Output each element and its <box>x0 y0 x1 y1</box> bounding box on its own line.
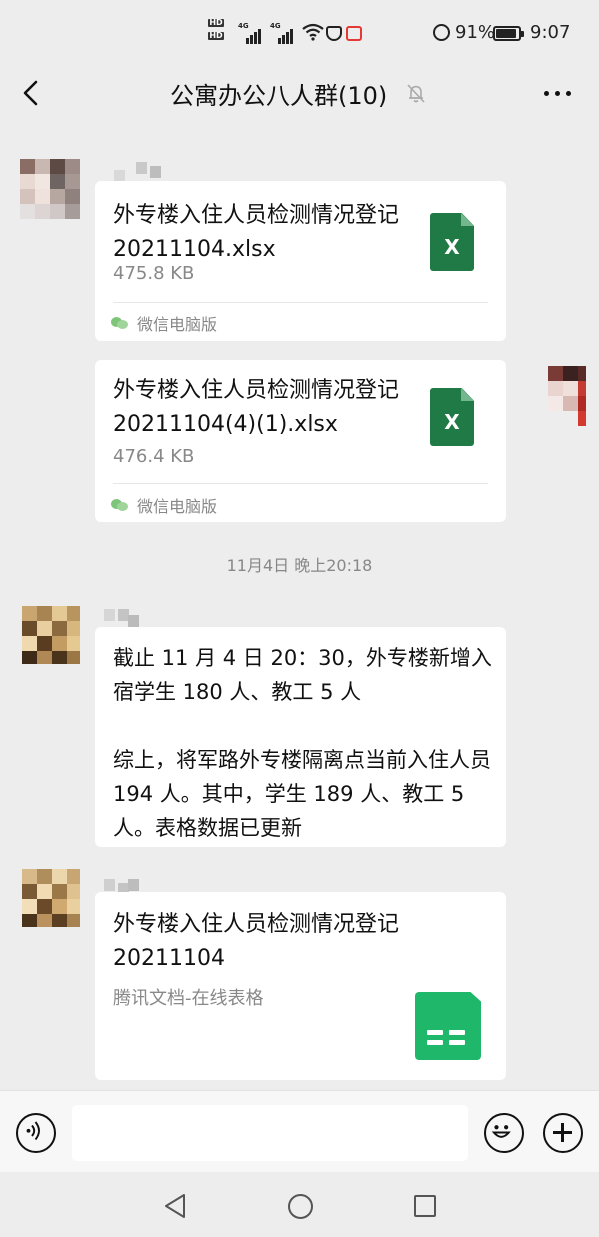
square-recent-icon[interactable] <box>414 1195 436 1217</box>
wifi-icon <box>302 23 324 41</box>
battery-percent: 91% <box>455 22 496 43</box>
battery-icon <box>493 26 524 41</box>
network-type-label: 4G <box>270 22 281 30</box>
message-paragraph: 截止 11 月 4 日 20：30，外专楼新增入宿学生 180 人、教工 5 人 <box>113 646 492 704</box>
message-input[interactable] <box>72 1105 468 1161</box>
plus-icon[interactable] <box>543 1113 583 1153</box>
divider <box>113 483 488 484</box>
emoji-icon[interactable] <box>484 1113 524 1153</box>
wechat-icon <box>111 316 129 330</box>
excel-file-icon-label: X <box>444 235 460 259</box>
hd-indicator: HD HD <box>208 19 236 51</box>
sender-name-redacted <box>104 609 144 627</box>
excel-file-icon: X <box>430 388 474 446</box>
avatar[interactable] <box>22 869 80 927</box>
status-bar: HD HD 4G 4G 91% 9:07 <box>0 0 599 62</box>
chat-title: 公寓办公八人群(10) <box>170 82 388 110</box>
file-size: 475.8 KB <box>113 263 195 284</box>
timestamp: 11月4日 晚上20:18 <box>226 556 373 575</box>
file-name: 外专楼入住人员检测情况登记 20211104(4)(1).xlsx <box>113 378 400 437</box>
doc-source: 腾讯文档-在线表格 <box>113 988 264 1009</box>
shield-icon <box>326 26 342 41</box>
file-name: 外专楼入住人员检测情况登记 20211104.xlsx <box>113 203 400 262</box>
hd1-label: HD <box>208 18 224 27</box>
voice-icon[interactable] <box>16 1113 56 1153</box>
wechat-icon <box>111 498 129 512</box>
signal-icon: 4G <box>238 22 264 44</box>
file-message[interactable]: 外专楼入住人员检测情况登记 20211104.xlsx 475.8 KB X 微… <box>95 181 506 341</box>
source-text: 微信电脑版 <box>137 497 218 516</box>
hd2-label: HD <box>208 31 224 40</box>
source-label: 微信电脑版 <box>111 311 217 335</box>
chat-header: 公寓办公八人群(10) <box>0 62 599 124</box>
app-notification-icon <box>346 26 362 41</box>
chevron-left-icon[interactable] <box>20 79 44 107</box>
source-label: 微信电脑版 <box>111 493 217 517</box>
system-nav-bar <box>0 1172 599 1237</box>
avatar[interactable] <box>548 366 586 426</box>
doc-title: 外专楼入住人员检测情况登记 20211104 <box>113 912 400 971</box>
battery-level-fill <box>496 29 517 38</box>
chat-area[interactable]: 外专楼入住人员检测情况登记 20211104.xlsx 475.8 KB X 微… <box>0 124 599 1090</box>
doc-card-message[interactable]: 外专楼入住人员检测情况登记 20211104 腾讯文档-在线表格 <box>95 892 506 1080</box>
triangle-back-icon[interactable] <box>163 1193 187 1219</box>
sender-name-redacted <box>114 162 174 182</box>
input-bar <box>0 1090 599 1172</box>
file-message[interactable]: 外专楼入住人员检测情况登记 20211104(4)(1).xlsx 476.4 … <box>95 360 506 522</box>
bell-off-icon <box>407 84 425 103</box>
source-text: 微信电脑版 <box>137 315 218 334</box>
excel-file-icon-label: X <box>444 410 460 434</box>
network-type-label: 4G <box>238 22 249 30</box>
circle-home-icon[interactable] <box>288 1194 313 1219</box>
divider <box>113 302 488 303</box>
excel-file-icon: X <box>430 213 474 271</box>
ellipsis-icon[interactable] <box>540 84 574 102</box>
signal-icon: 4G <box>270 22 296 44</box>
clock: 9:07 <box>530 22 571 43</box>
file-size: 476.4 KB <box>113 446 195 467</box>
text-message[interactable]: 截止 11 月 4 日 20：30，外专楼新增入宿学生 180 人、教工 5 人… <box>95 627 506 847</box>
alarm-icon <box>433 24 450 41</box>
message-paragraph: 综上，将军路外专楼隔离点当前入住人员 194 人。其中，学生 189 人、教工 … <box>113 748 491 840</box>
spreadsheet-icon <box>415 992 481 1060</box>
avatar[interactable] <box>20 159 80 219</box>
avatar[interactable] <box>22 606 80 664</box>
